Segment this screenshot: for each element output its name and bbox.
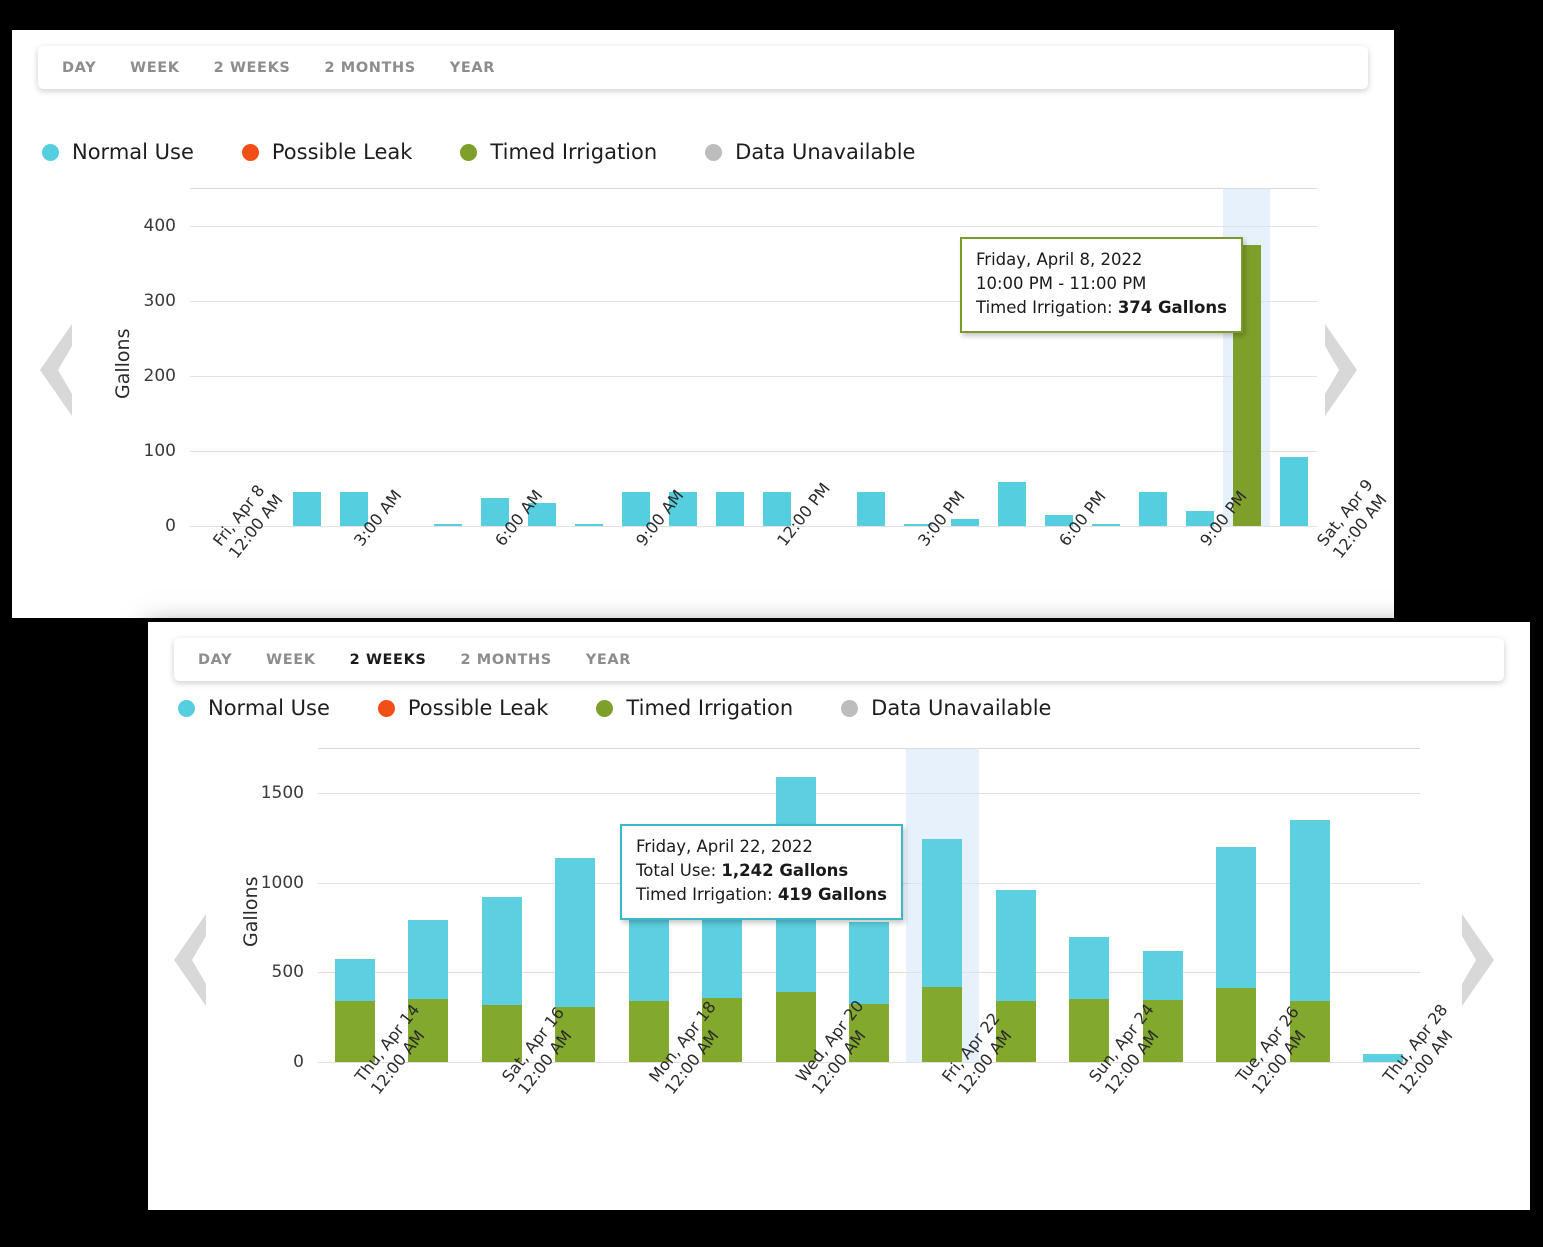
chart-bar[interactable]	[387, 188, 415, 526]
chart-bar[interactable]	[856, 188, 885, 526]
y-axis-tick: 0	[165, 516, 176, 536]
chart-bar[interactable]	[1216, 748, 1257, 1062]
tooltip-irrigation-row: Timed Irrigation: 419 Gallons	[636, 883, 887, 907]
bar-segment-normal-use	[555, 858, 596, 1008]
bar-segment-normal-use	[856, 492, 885, 526]
chart-bar[interactable]	[903, 188, 932, 526]
next-period-button-twoweeks[interactable]	[1452, 908, 1508, 1012]
chart-bar[interactable]	[575, 188, 604, 526]
prev-period-button-day[interactable]	[26, 318, 82, 422]
chart-bar[interactable]	[1069, 748, 1110, 1062]
chart-bar[interactable]	[481, 188, 510, 526]
y-axis-tick: 500	[271, 962, 304, 983]
bar-segment-normal-use	[1138, 492, 1167, 526]
chart-bar[interactable]	[293, 188, 322, 526]
tooltip-value-row: Timed Irrigation: 374 Gallons	[976, 296, 1227, 320]
bar-segment-normal-use	[575, 523, 604, 526]
y-axis-tick: 100	[143, 440, 176, 461]
bar-segment-normal-use	[716, 492, 745, 526]
tooltip-total-label: Total Use:	[636, 860, 722, 880]
chart-tooltip-day: Friday, April 8, 2022 10:00 PM - 11:00 P…	[960, 237, 1243, 333]
x-axis-tick: Sat, Apr 9 12:00 AM	[1313, 475, 1391, 563]
bar-segment-normal-use	[334, 958, 375, 1001]
bar-segment-normal-use	[995, 889, 1036, 1001]
chart-bar[interactable]	[340, 188, 369, 526]
chart-bar[interactable]	[762, 188, 791, 526]
chart-bar[interactable]	[716, 188, 745, 526]
day-usage-card: DAY WEEK 2 WEEKS 2 MONTHS YEAR Normal Use Pos…	[12, 30, 1394, 618]
chart-tooltip-twoweeks: Friday, April 22, 2022 Total Use: 1,242 …	[620, 824, 903, 920]
chart-bar[interactable]	[922, 748, 963, 1062]
tooltip-total-row: Total Use: 1,242 Gallons	[636, 859, 887, 883]
bar-segment-normal-use	[922, 839, 963, 987]
y-axis-label: Gallons	[112, 328, 134, 400]
bar-segment-normal-use	[1091, 523, 1120, 526]
tooltip-total-value: 1,242 Gallons	[721, 860, 849, 880]
chart-bar[interactable]	[1279, 188, 1308, 526]
bar-segment-normal-use	[293, 492, 322, 526]
chart-bar[interactable]	[669, 188, 698, 526]
bar-segment-normal-use	[1069, 937, 1110, 1000]
chart-bar[interactable]	[334, 748, 375, 1062]
tooltip-irrigation-value: 419 Gallons	[777, 884, 887, 904]
y-axis-tick: 300	[143, 290, 176, 311]
tooltip-timerange: 10:00 PM - 11:00 PM	[976, 273, 1147, 293]
chart-bar[interactable]	[246, 188, 274, 526]
prev-period-button-twoweeks[interactable]	[160, 908, 216, 1012]
chart-bar[interactable]	[528, 188, 557, 526]
chevron-left-icon	[174, 914, 206, 1006]
chart-bar[interactable]	[434, 188, 463, 526]
y-axis-tick: 200	[143, 365, 176, 386]
bar-segment-normal-use	[849, 922, 889, 1004]
bar-segment-normal-use	[481, 896, 522, 1005]
tooltip-date: Friday, April 22, 2022	[636, 837, 813, 856]
tooltip-value: 374 Gallons	[1117, 297, 1227, 317]
tooltip-date: Friday, April 8, 2022	[976, 250, 1143, 269]
bar-segment-normal-use	[950, 519, 979, 526]
chevron-right-icon	[1462, 914, 1494, 1006]
chart-bar[interactable]	[1363, 748, 1404, 1062]
y-axis-tick: 1000	[260, 872, 304, 893]
chart-bar[interactable]	[622, 188, 651, 526]
twoweeks-usage-card: DAY WEEK 2 WEEKS 2 MONTHS YEAR Normal Use Pos…	[148, 622, 1530, 1210]
chevron-left-icon	[40, 324, 72, 416]
chevron-right-icon	[1325, 324, 1357, 416]
bar-segment-normal-use	[434, 523, 463, 526]
y-axis-tick: 1500	[260, 782, 304, 803]
bar-segment-normal-use	[1216, 846, 1257, 988]
bar-segment-normal-use	[1142, 951, 1183, 1000]
bar-segment-normal-use	[1279, 456, 1308, 526]
screenshot-root: DAY WEEK 2 WEEKS 2 MONTHS YEAR Normal Use Pos…	[0, 0, 1543, 1247]
y-axis-tick: 0	[293, 1052, 304, 1072]
chart-bar[interactable]	[810, 188, 838, 526]
bar-segment-normal-use	[408, 920, 449, 1000]
chart-bar[interactable]	[995, 748, 1036, 1062]
bar-segment-normal-use	[1289, 819, 1330, 1001]
tooltip-irrigation-label: Timed Irrigation:	[636, 884, 778, 904]
bar-segment-normal-use	[997, 482, 1026, 526]
y-axis-tick: 400	[143, 215, 176, 236]
tooltip-value-label: Timed Irrigation:	[976, 297, 1118, 317]
chart-bar[interactable]	[199, 188, 227, 526]
next-period-button-day[interactable]	[1315, 318, 1371, 422]
chart-bar[interactable]	[481, 748, 522, 1062]
